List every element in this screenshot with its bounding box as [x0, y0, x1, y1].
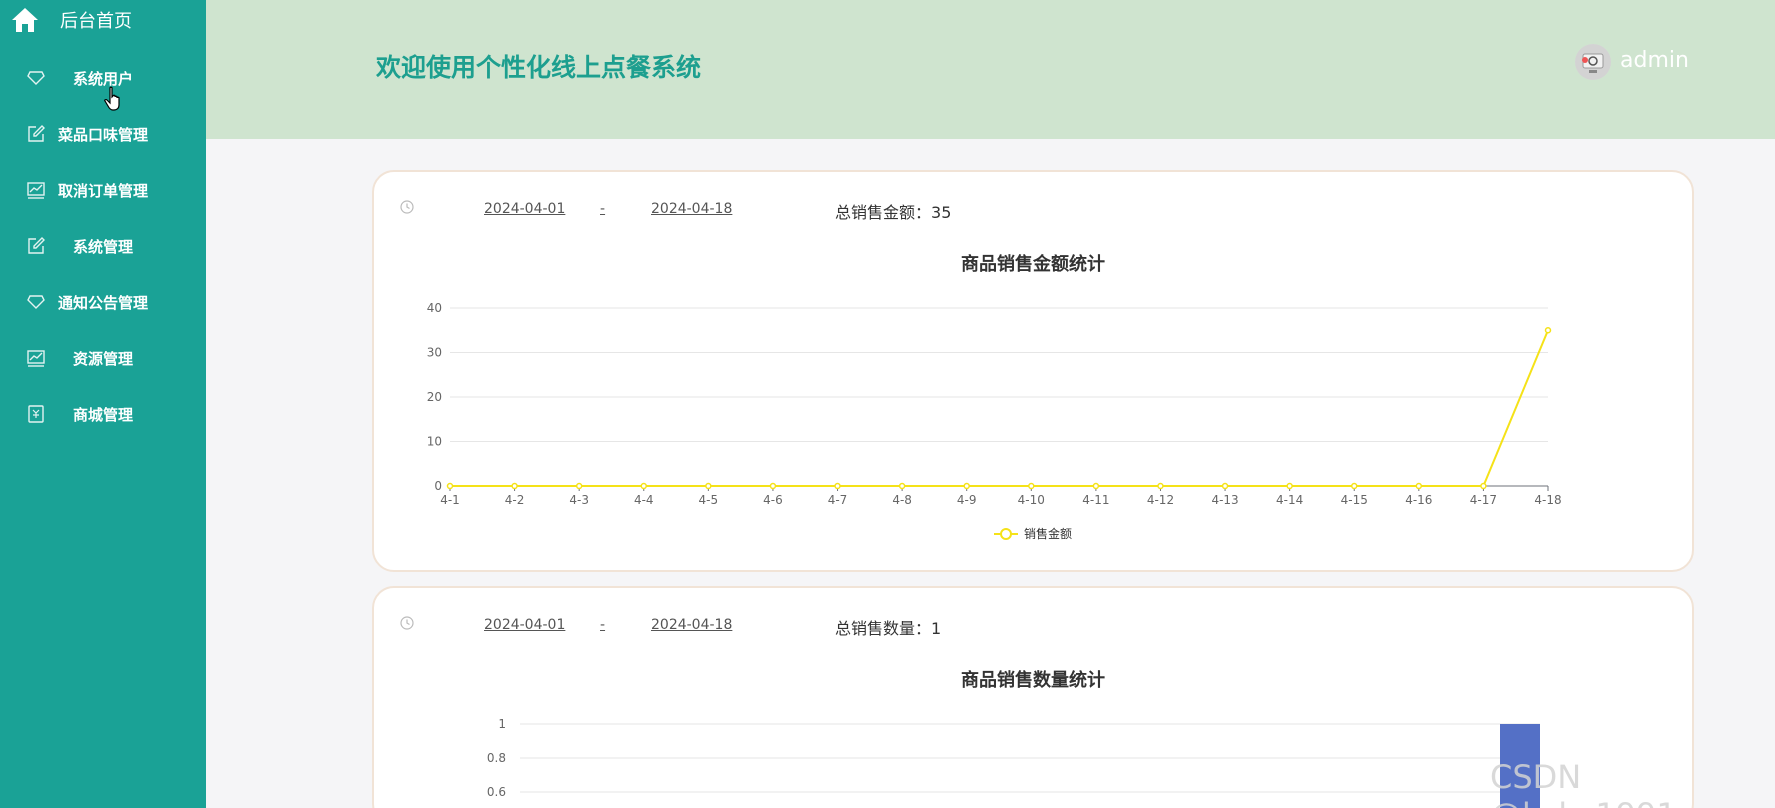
y-tick-label: 1 [498, 717, 506, 731]
edit-icon [26, 236, 46, 256]
data-point [705, 482, 712, 490]
data-point [1028, 482, 1035, 490]
y-tick-label: 20 [427, 390, 442, 404]
y-tick-label: 40 [427, 301, 442, 315]
sidebar-item-mall[interactable]: 商城管理 [0, 392, 206, 436]
sidebar-item-notices[interactable]: 通知公告管理 [0, 280, 206, 324]
x-tick-label: 4-1 [440, 493, 460, 507]
data-point [1221, 482, 1229, 490]
watermark: CSDN @kybs1991 [1490, 758, 1677, 808]
sidebar-item-system-management[interactable]: 系统管理 [0, 224, 206, 268]
data-point [575, 482, 583, 490]
data-point [640, 482, 648, 490]
diamond-icon [26, 68, 46, 88]
bookmark-icon [26, 404, 46, 424]
x-tick-label: 4-13 [1211, 493, 1238, 507]
sidebar-home-label: 后台首页 [60, 11, 132, 32]
top-header: 欢迎使用个性化线上点餐系统 admin [206, 0, 1775, 139]
x-tick-label: 4-17 [1470, 493, 1497, 507]
data-point [1480, 482, 1487, 490]
data-point [898, 482, 906, 490]
x-tick-label: 4-2 [505, 493, 525, 507]
diamond-icon [26, 292, 46, 312]
sales-amount-line-chart: 0 10 20 30 40 4-1 4-2 4-3 4-4 4-5 4-6 4-7 4-8 4-9 4-10… [427, 301, 1562, 541]
data-point [834, 482, 841, 490]
avatar[interactable] [1575, 44, 1611, 80]
x-tick-label: 4-14 [1276, 493, 1303, 507]
x-tick-label: 4-3 [569, 493, 589, 507]
sidebar-home[interactable]: 后台首页 [10, 2, 200, 38]
username[interactable]: admin [1620, 48, 1689, 73]
data-point [1157, 482, 1164, 490]
y-tick-label: 0.6 [487, 785, 506, 799]
y-tick-label: 30 [427, 346, 442, 360]
x-tick-label: 4-8 [892, 493, 912, 507]
sidebar-item-cancel-orders[interactable]: 取消订单管理 [0, 168, 206, 212]
data-point [446, 482, 454, 490]
chart-icon [26, 180, 46, 200]
x-tick-label: 4-9 [957, 493, 977, 507]
x-tick-label: 4-12 [1147, 493, 1174, 507]
data-point [1286, 482, 1293, 490]
data-point [511, 482, 518, 490]
legend-label: 销售金额 [1024, 526, 1072, 541]
data-point [769, 482, 777, 490]
x-tick-label: 4-18 [1534, 493, 1561, 507]
data-point [1415, 482, 1423, 490]
pointer-cursor-icon [104, 86, 124, 112]
x-tick-label: 4-11 [1082, 493, 1109, 507]
sales-amount-card: 2024-04-01 - 2024-04-18 总销售金额：35 商品销售金额统… [372, 170, 1694, 572]
x-tick-label: 4-5 [699, 493, 719, 507]
series-line [450, 329, 1549, 487]
sidebar-item-resources[interactable]: 资源管理 [0, 336, 206, 380]
x-tick-label: 4-7 [828, 493, 848, 507]
legend-marker [1000, 528, 1012, 540]
page-title: 欢迎使用个性化线上点餐系统 [376, 53, 702, 82]
sidebar-item-dish-flavor[interactable]: 菜品口味管理 [0, 112, 206, 156]
x-tick-label: 4-6 [763, 493, 783, 507]
x-tick-label: 4-15 [1341, 493, 1368, 507]
x-tick-label: 4-16 [1405, 493, 1432, 507]
x-tick-label: 4-4 [634, 493, 654, 507]
data-point [1092, 482, 1100, 490]
home-icon [10, 5, 40, 35]
data-point [1544, 327, 1552, 334]
data-point [1350, 482, 1358, 490]
data-point [963, 482, 970, 490]
sidebar: 后台首页 系统用户 菜品口味管理 取消订单管理 系统管理 通知公告管理 资源管理… [0, 0, 206, 808]
y-tick-label: 0.8 [487, 751, 506, 765]
x-tick-label: 4-10 [1018, 493, 1045, 507]
sidebar-item-system-users[interactable]: 系统用户 [0, 56, 206, 100]
y-tick-label: 0 [434, 479, 442, 493]
edit-icon [26, 124, 46, 144]
y-tick-label: 10 [427, 435, 442, 449]
chart-icon [26, 348, 46, 368]
